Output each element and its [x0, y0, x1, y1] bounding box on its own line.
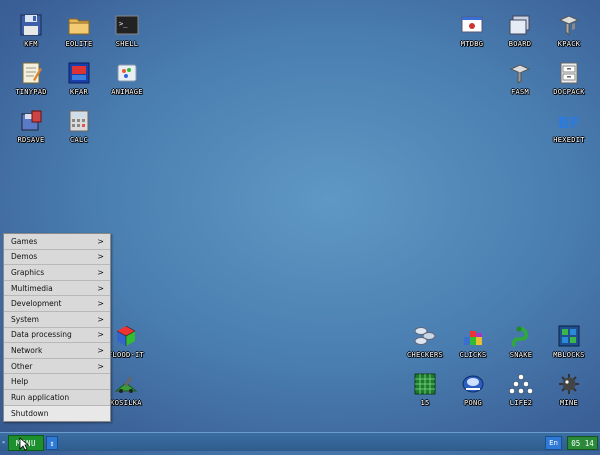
- icon-label: BOARD: [508, 40, 532, 48]
- kpack-icon: [556, 12, 582, 38]
- taskbar: ◂ MENU ↕ En 05 14: [0, 432, 600, 451]
- icon-label: MBLOCKS: [553, 351, 585, 359]
- menu-item-label: Shutdown: [11, 408, 49, 418]
- mblocks-icon: [556, 323, 582, 349]
- submenu-arrow-icon: >: [97, 283, 104, 293]
- submenu-arrow-icon: >: [97, 345, 104, 355]
- icon-label: RDSAVE: [17, 136, 45, 144]
- fifteen-icon: [412, 371, 438, 397]
- menu-item-other[interactable]: Other >: [4, 359, 110, 375]
- submenu-arrow-icon: >: [97, 267, 104, 277]
- calculator-icon: [66, 108, 92, 134]
- menu-item-demos[interactable]: Demos >: [4, 250, 110, 266]
- rdsave-icon: [18, 108, 44, 134]
- icon-label: ANIMAGE: [111, 88, 143, 96]
- icon-label: CHECKERS: [406, 351, 444, 359]
- icon-label: KFAR: [69, 88, 89, 96]
- menu-item-label: Run application: [11, 392, 70, 402]
- checkers-icon: [412, 323, 438, 349]
- clicks-icon: [460, 323, 486, 349]
- icon-label: SNAKE: [509, 351, 533, 359]
- icon-label: EOLITE: [65, 40, 93, 48]
- menu-item-label: Data processing: [11, 330, 72, 340]
- icon-label: MINE: [559, 399, 579, 407]
- menu-item-graphics[interactable]: Graphics >: [4, 265, 110, 281]
- submenu-arrow-icon: >: [97, 299, 104, 309]
- board-icon: [507, 12, 533, 38]
- icon-label: CLICKS: [459, 351, 487, 359]
- icon-label: KOSILKA: [110, 399, 142, 407]
- menu-item-label: Graphics: [11, 267, 45, 277]
- menu-item-help[interactable]: Help: [4, 374, 110, 390]
- submenu-arrow-icon: >: [97, 314, 104, 324]
- pong-icon: [460, 371, 486, 397]
- snake-icon: [508, 323, 534, 349]
- icon-label: 15: [420, 399, 430, 407]
- mower-icon: [113, 371, 139, 397]
- clock: 05 14: [567, 436, 598, 450]
- terminal-icon: >_: [114, 12, 140, 38]
- hexedit-shortcut[interactable]: BF HEXEDIT: [540, 108, 598, 156]
- menu-item-label: System: [11, 314, 39, 324]
- fasm-icon: [507, 60, 533, 86]
- floppy-icon: [18, 12, 44, 38]
- icon-label: KFM: [24, 40, 38, 48]
- docpack-icon: [556, 60, 582, 86]
- icon-label: FLOOD-IT: [107, 351, 145, 359]
- life-icon: [508, 371, 534, 397]
- docpack-shortcut[interactable]: DOCPACK: [540, 60, 598, 108]
- mblocks-shortcut[interactable]: MBLOCKS: [540, 323, 598, 371]
- paint-icon: [114, 60, 140, 86]
- kpack-shortcut[interactable]: KPACK: [540, 12, 598, 60]
- cube-icon: [113, 323, 139, 349]
- start-menu: Games > Demos > Graphics > Multimedia > Deve…: [3, 233, 111, 423]
- debugger-icon: [459, 12, 485, 38]
- menu-item-network[interactable]: Network >: [4, 343, 110, 359]
- menu-item-system[interactable]: System >: [4, 312, 110, 328]
- menu-item-label: Other: [11, 361, 33, 371]
- icon-label: HEXEDIT: [553, 136, 585, 144]
- submenu-arrow-icon: >: [97, 236, 104, 246]
- window-switch-button[interactable]: ↕: [46, 436, 58, 450]
- icon-label: LIFE2: [509, 399, 533, 407]
- language-indicator[interactable]: En: [545, 436, 562, 450]
- menu-item-label: Multimedia: [11, 283, 53, 293]
- svg-text:>_: >_: [119, 20, 128, 28]
- mouse-cursor-icon: [19, 436, 30, 455]
- icon-label: KPACK: [557, 40, 581, 48]
- animage-shortcut[interactable]: ANIMAGE: [98, 60, 156, 108]
- submenu-arrow-icon: >: [97, 361, 104, 371]
- icon-label: SHELL: [115, 40, 139, 48]
- icon-label: CALC: [69, 136, 89, 144]
- svg-text:BF: BF: [558, 114, 580, 132]
- icon-label: TINYPAD: [15, 88, 47, 96]
- mine-shortcut[interactable]: MINE: [540, 371, 598, 419]
- calc-shortcut[interactable]: CALC: [50, 108, 108, 156]
- hexedit-icon: BF: [556, 108, 582, 134]
- menu-item-label: Development: [11, 299, 62, 309]
- folder-icon: [66, 12, 92, 38]
- mine-icon: [556, 371, 582, 397]
- icon-label: FASM: [510, 88, 530, 96]
- submenu-arrow-icon: >: [97, 330, 104, 340]
- shell-shortcut[interactable]: >_ SHELL: [98, 12, 156, 60]
- menu-item-run-application[interactable]: Run application: [4, 390, 110, 406]
- icon-label: DOCPACK: [553, 88, 585, 96]
- menu-item-label: Demos: [11, 252, 38, 262]
- menu-item-shutdown[interactable]: Shutdown: [4, 405, 110, 422]
- icon-label: MTDBG: [460, 40, 484, 48]
- icon-label: PONG: [463, 399, 483, 407]
- menu-item-games[interactable]: Games >: [4, 234, 110, 250]
- kfar-icon: [66, 60, 92, 86]
- menu-item-label: Help: [11, 377, 29, 387]
- menu-item-label: Games: [11, 236, 38, 246]
- taskbar-scroll-left-icon[interactable]: ◂: [1, 438, 5, 446]
- notepad-icon: [18, 60, 44, 86]
- menu-item-label: Network: [11, 345, 43, 355]
- menu-item-development[interactable]: Development >: [4, 296, 110, 312]
- menu-item-data-processing[interactable]: Data processing >: [4, 328, 110, 344]
- submenu-arrow-icon: >: [97, 252, 104, 262]
- menu-item-multimedia[interactable]: Multimedia >: [4, 281, 110, 297]
